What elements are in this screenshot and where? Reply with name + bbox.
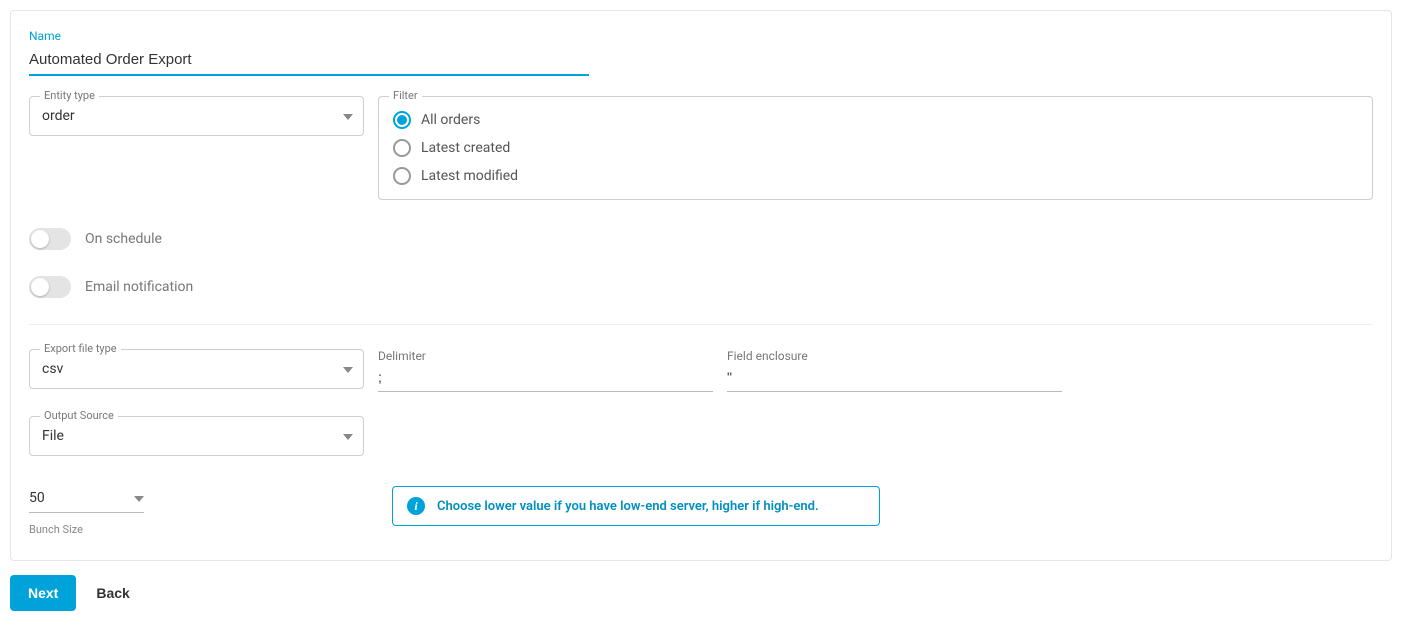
radio-checked-icon [393,111,411,129]
section-divider [29,324,1373,325]
export-file-type-select[interactable]: Export file type csv [29,349,364,389]
bunch-size-select[interactable]: 50 [29,486,144,513]
output-source-row: Output Source File [29,416,1373,456]
next-button[interactable]: Next [10,575,76,611]
chevron-down-icon [343,428,353,444]
export-file-type-label: Export file type [40,342,121,355]
bunch-row: 50 Bunch Size i Choose lower value if yo… [29,486,1373,536]
bunch-size-label: Bunch Size [29,523,144,536]
on-schedule-label: On schedule [85,231,162,247]
email-notification-toggle[interactable] [29,276,71,298]
wizard-buttons: Next Back [10,575,1392,611]
field-enclosure-label: Field enclosure [727,349,1062,363]
email-notification-label: Email notification [85,279,193,295]
export-config-panel: Name Entity type order Filter All orders… [10,10,1392,561]
field-enclosure-block: Field enclosure [727,349,1062,392]
export-file-type-value: csv [42,361,63,377]
bunch-size-value: 50 [29,490,45,506]
field-enclosure-input[interactable] [727,365,1062,392]
filter-option-label: All orders [421,112,480,128]
name-label: Name [29,29,1373,43]
filter-option-all-orders[interactable]: All orders [393,111,1358,129]
filter-option-latest-created[interactable]: Latest created [393,139,1358,157]
delimiter-input[interactable] [378,365,713,392]
info-alert-text: Choose lower value if you have low-end s… [437,499,819,514]
file-options-row: Export file type csv Delimiter Field enc… [29,349,1373,392]
on-schedule-toggle[interactable] [29,228,71,250]
entity-filter-row: Entity type order Filter All orders Late… [29,96,1373,200]
radio-unchecked-icon [393,167,411,185]
name-field-block: Name [29,29,1373,76]
output-source-label: Output Source [40,409,118,422]
entity-type-label: Entity type [40,89,99,102]
chevron-down-icon [343,361,353,377]
info-alert: i Choose lower value if you have low-end… [392,486,880,526]
output-source-select[interactable]: Output Source File [29,416,364,456]
delimiter-label: Delimiter [378,349,713,363]
chevron-down-icon [343,108,353,124]
filter-label: Filter [389,89,422,102]
delimiter-block: Delimiter [378,349,713,392]
schedule-toggle-row: On schedule [29,228,1373,250]
entity-type-value: order [42,108,75,124]
output-source-value: File [42,428,64,444]
filter-option-label: Latest created [421,140,510,156]
chevron-down-icon [134,491,144,505]
bunch-size-block: 50 Bunch Size [29,486,144,536]
radio-unchecked-icon [393,139,411,157]
email-toggle-row: Email notification [29,276,1373,298]
info-icon: i [407,497,425,515]
name-input[interactable] [29,47,589,76]
entity-type-select[interactable]: Entity type order [29,96,364,136]
filter-option-latest-modified[interactable]: Latest modified [393,167,1358,185]
filter-fieldset: Filter All orders Latest created Latest … [378,96,1373,200]
back-button[interactable]: Back [92,575,133,611]
filter-option-label: Latest modified [421,168,518,184]
